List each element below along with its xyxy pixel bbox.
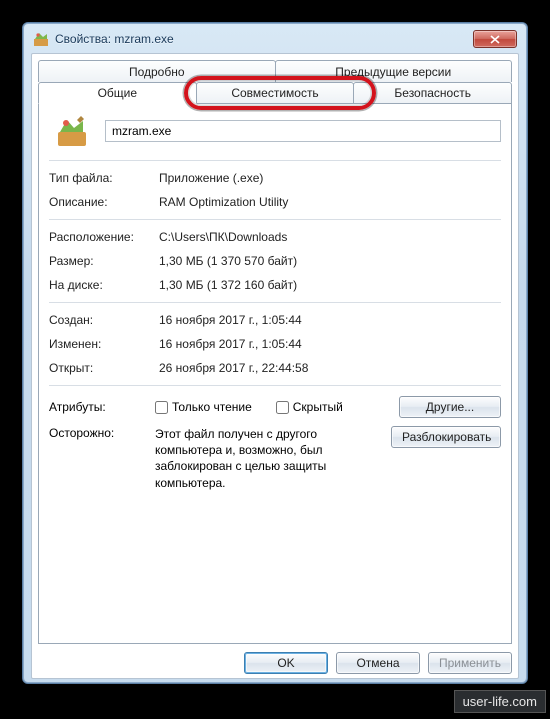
separator xyxy=(49,385,501,386)
dialog-body: Подробно Предыдущие версии Общие Совмест… xyxy=(31,53,519,679)
checkbox-hidden-input[interactable] xyxy=(276,401,289,414)
label-attributes: Атрибуты: xyxy=(49,400,149,414)
checkbox-readonly[interactable]: Только чтение xyxy=(155,400,252,414)
value-size-on-disk: 1,30 МБ (1 372 160 байт) xyxy=(159,278,501,292)
tabs: Подробно Предыдущие версии Общие Совмест… xyxy=(32,54,518,104)
separator xyxy=(49,160,501,161)
cancel-button[interactable]: Отмена xyxy=(336,652,420,674)
value-modified: 16 ноября 2017 г., 1:05:44 xyxy=(159,337,501,351)
apply-button[interactable]: Применить xyxy=(428,652,512,674)
unblock-button[interactable]: Разблокировать xyxy=(391,426,501,448)
label-file-type: Тип файла: xyxy=(49,171,159,185)
label-accessed: Открыт: xyxy=(49,361,159,375)
tab-details[interactable]: Подробно xyxy=(38,60,276,82)
watermark: user-life.com xyxy=(454,690,546,713)
filename-input[interactable] xyxy=(105,120,501,142)
close-button[interactable] xyxy=(473,30,517,48)
checkbox-hidden[interactable]: Скрытый xyxy=(276,400,343,414)
titlebar[interactable]: Свойства: mzram.exe xyxy=(31,31,519,53)
tab-compatibility[interactable]: Совместимость xyxy=(196,82,355,104)
value-description: RAM Optimization Utility xyxy=(159,195,501,209)
properties-dialog: Свойства: mzram.exe Подробно Предыдущие … xyxy=(22,22,528,684)
label-caution: Осторожно: xyxy=(49,426,149,491)
tab-security[interactable]: Безопасность xyxy=(353,82,512,104)
label-size: Размер: xyxy=(49,254,159,268)
value-location: C:\Users\ПК\Downloads xyxy=(159,230,501,244)
value-created: 16 ноября 2017 г., 1:05:44 xyxy=(159,313,501,327)
window-title: Свойства: mzram.exe xyxy=(55,32,473,46)
caution-message: Этот файл получен с другого компьютера и… xyxy=(155,426,385,491)
advanced-button[interactable]: Другие... xyxy=(399,396,501,418)
separator xyxy=(49,219,501,220)
tab-previous-versions[interactable]: Предыдущие версии xyxy=(275,60,513,82)
tab-panel-general: Тип файла:Приложение (.exe) Описание:RAM… xyxy=(38,104,512,644)
checkbox-readonly-input[interactable] xyxy=(155,401,168,414)
ok-button[interactable]: OK xyxy=(244,652,328,674)
value-file-type: Приложение (.exe) xyxy=(159,171,501,185)
label-size-on-disk: На диске: xyxy=(49,278,159,292)
file-icon xyxy=(55,114,89,148)
close-icon xyxy=(490,35,500,44)
app-icon xyxy=(33,31,49,47)
value-size: 1,30 МБ (1 370 570 байт) xyxy=(159,254,501,268)
value-accessed: 26 ноября 2017 г., 22:44:58 xyxy=(159,361,501,375)
label-created: Создан: xyxy=(49,313,159,327)
separator xyxy=(49,302,501,303)
label-description: Описание: xyxy=(49,195,159,209)
label-location: Расположение: xyxy=(49,230,159,244)
dialog-buttons: OK Отмена Применить xyxy=(32,650,518,678)
label-modified: Изменен: xyxy=(49,337,159,351)
tab-general[interactable]: Общие xyxy=(38,82,197,104)
